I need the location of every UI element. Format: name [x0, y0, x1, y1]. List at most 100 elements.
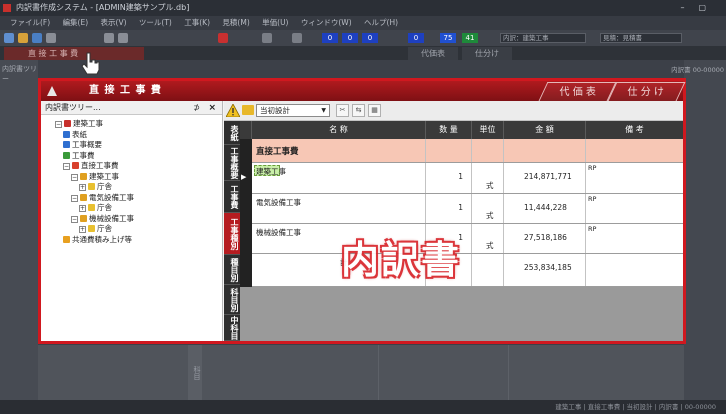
bg-tab-sorting[interactable]: 仕分け — [462, 47, 512, 60]
unit-cell[interactable]: 式 — [472, 224, 504, 253]
collapse-icon[interactable]: − — [63, 163, 70, 170]
amount-cell[interactable]: 214,871,771 — [504, 163, 586, 193]
item-unit: 式 — [486, 211, 494, 220]
menu-item[interactable]: ツール(T) — [139, 18, 172, 27]
tab-sorting-label: 仕 分 け — [627, 87, 664, 98]
expand-icon[interactable]: + — [79, 184, 86, 191]
new-icon[interactable] — [4, 33, 14, 43]
vtab-category[interactable]: 種目別 — [224, 255, 240, 285]
tree-item-label: 建築工事 — [89, 171, 119, 181]
tree-item[interactable]: 工事費 — [63, 151, 95, 161]
item-name: 電気設備工事 — [256, 198, 301, 207]
table-icon[interactable]: ▦ — [368, 104, 381, 117]
column-header-unit[interactable]: 単位 — [472, 121, 504, 139]
amount-cell[interactable]: 27,518,186 — [504, 224, 586, 253]
tree-item[interactable]: − 直接工事費 — [63, 161, 119, 171]
menu-item[interactable]: 編集(E) — [63, 18, 89, 27]
grid-icon[interactable] — [262, 33, 272, 43]
column-header-qty[interactable]: 数 量 — [426, 121, 472, 139]
column-header-name[interactable]: 名 称 — [252, 121, 426, 139]
tree-header: 内訳書ツリー... ⊅ × — [41, 101, 222, 115]
redo-icon[interactable] — [118, 33, 128, 43]
menu-item[interactable]: 見積(M) — [222, 18, 249, 27]
warning-icon[interactable] — [226, 104, 240, 117]
calc-icon[interactable] — [292, 33, 302, 43]
menu-item[interactable]: ヘルプ(H) — [364, 18, 398, 27]
total-row[interactable]: 計 253,834,185 — [252, 254, 683, 287]
vtab-cover[interactable]: 表紙 — [224, 121, 240, 145]
name-cell[interactable]: 電気設備工事 — [252, 194, 426, 223]
bg-lower-vertical-tab[interactable]: 科目 — [188, 345, 202, 400]
sheet-combo[interactable]: 見積：見積書 — [600, 33, 682, 43]
cut-icon[interactable]: ✂ — [336, 104, 349, 117]
vtab-subject[interactable]: 科目別 — [224, 285, 240, 315]
note-cell[interactable]: RP — [586, 224, 683, 253]
menu-item[interactable]: 単価(U) — [262, 18, 288, 27]
tree-item[interactable]: 工事概要 — [63, 140, 102, 150]
menu-item[interactable]: ファイル(F) — [10, 18, 50, 27]
collapse-icon[interactable]: − — [55, 121, 62, 128]
delete-icon[interactable] — [218, 33, 228, 43]
tree-item[interactable]: − 建築工事 — [71, 172, 119, 182]
expand-icon[interactable]: + — [79, 205, 86, 212]
bg-tab-direct-cost[interactable]: 直 接 工 事 費 — [4, 47, 144, 60]
tab-unit-price-table[interactable]: 代 価 表 — [538, 82, 618, 101]
overlay-caption: 内訳書 — [341, 238, 462, 282]
table-row[interactable]: 機械設備工事 1 式 27,518,186 RP — [252, 224, 683, 254]
vtab-sub-subject[interactable]: 中科目 — [224, 315, 240, 341]
pin-icon[interactable]: ⊅ — [193, 101, 200, 115]
tree-item[interactable]: + 庁舎 — [79, 224, 112, 234]
tab-sorting[interactable]: 仕 分 け — [606, 82, 686, 101]
note-cell[interactable]: RP — [586, 163, 683, 193]
save-icon[interactable] — [32, 33, 42, 43]
collapse-icon[interactable]: − — [71, 215, 78, 223]
print-icon[interactable] — [46, 33, 56, 43]
collapse-icon[interactable]: − — [71, 173, 78, 181]
column-header-amount[interactable]: 金 額 — [504, 121, 586, 139]
menu-item[interactable]: 表示(V) — [101, 18, 127, 27]
unit-cell[interactable]: 式 — [472, 163, 504, 193]
amount-cell[interactable]: 11,444,228 — [504, 194, 586, 223]
menu-item[interactable]: ウィンドウ(W) — [301, 18, 352, 27]
tree-item[interactable]: − 建築工事 — [55, 119, 103, 129]
chevron-down-icon: ▼ — [321, 107, 326, 114]
collapse-icon[interactable]: − — [71, 194, 78, 202]
tree-item[interactable]: − 電気設備工事 — [71, 193, 134, 203]
node-icon — [64, 120, 71, 127]
expand-icon[interactable]: + — [79, 226, 86, 233]
node-icon — [63, 141, 70, 148]
tree-item[interactable]: − 機械設備工事 — [71, 214, 134, 224]
undo-icon[interactable] — [104, 33, 114, 43]
section-row[interactable]: 直接工事費 — [252, 139, 683, 163]
window-title: 直 接 工 事 費 — [89, 85, 162, 96]
tree-item[interactable]: 表紙 — [63, 130, 87, 140]
table-row[interactable]: ▶ 建築工事 1 式 214,871,771 RP — [241, 163, 683, 194]
swap-icon[interactable]: ⇆ — [352, 104, 365, 117]
unit-cell[interactable]: 式 — [472, 194, 504, 223]
menu-item[interactable]: 工事(K) — [184, 18, 210, 27]
sheet-icon — [47, 86, 57, 96]
row-pointer-icon: ▶ — [241, 173, 247, 181]
node-icon — [88, 204, 95, 211]
bg-tab-unit-price[interactable]: 代価表 — [408, 47, 458, 60]
open-icon[interactable] — [18, 33, 28, 43]
design-select[interactable]: 当初設計 ▼ — [256, 104, 330, 117]
vtab-project-overview[interactable]: 工事概要 — [224, 145, 240, 181]
close-icon[interactable]: × — [208, 101, 216, 115]
name-cell[interactable]: 建築工事 — [252, 163, 426, 193]
tree-item[interactable]: + 庁舎 — [79, 182, 112, 192]
count-badge: 0 — [408, 33, 424, 43]
table-row[interactable]: 電気設備工事 1 式 11,444,228 RP — [252, 194, 683, 224]
tree-item[interactable]: 共通費積み上げ等 — [63, 235, 132, 245]
note-cell[interactable]: RP — [586, 194, 683, 223]
folder-icon[interactable] — [242, 105, 254, 115]
vtab-work-type[interactable]: 工事種別 — [224, 213, 240, 255]
qty-cell[interactable]: 1 — [426, 163, 472, 193]
column-header-note[interactable]: 備 考 — [586, 121, 683, 139]
estimate-combo[interactable]: 内訳：建築工事 — [500, 33, 586, 43]
node-icon — [63, 130, 70, 138]
tree-item[interactable]: + 庁舎 — [79, 203, 112, 213]
window-controls[interactable]: –▢ — [680, 0, 720, 16]
qty-cell[interactable]: 1 — [426, 194, 472, 223]
vtab-construction-cost[interactable]: 工事費 — [224, 181, 240, 213]
